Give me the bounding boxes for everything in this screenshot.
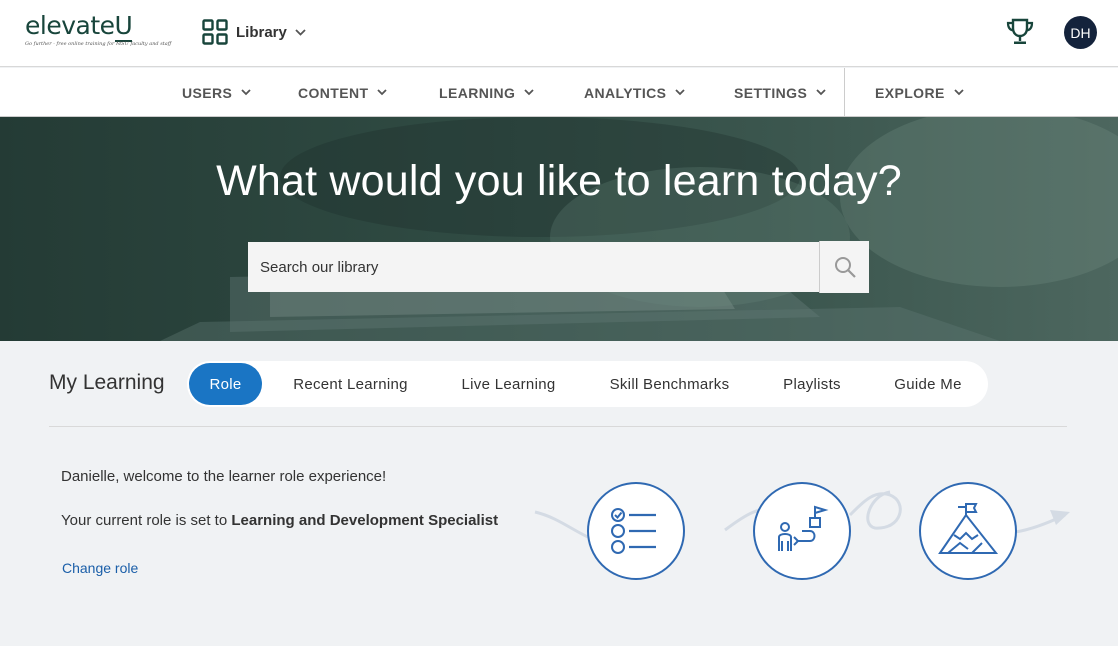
library-search-input[interactable] [248,242,819,292]
journey-step-checklist [587,482,685,580]
mountain-flag-icon [938,503,999,554]
chevron-down-icon [241,89,251,96]
chevron-down-icon [377,89,388,96]
top-header: elevateU Go further · free online traini… [0,0,1118,67]
chevron-down-icon [816,89,826,96]
path-flag-icon [778,505,829,551]
tab-skill-benchmarks[interactable]: Skill Benchmarks [599,363,740,405]
checklist-icon [611,508,656,554]
chevron-down-icon [524,89,534,96]
welcome-message: Danielle, welcome to the learner role ex… [61,468,387,485]
my-learning-title: My Learning [49,371,165,394]
nav-content-label: CONTENT [298,84,369,101]
tab-guide-me[interactable]: Guide Me [884,363,972,405]
tab-playlists[interactable]: Playlists [774,363,850,405]
grid-icon [202,19,228,45]
tab-recent-learning[interactable]: Recent Learning [282,363,419,405]
current-role-text: Your current role is set to Learning and… [61,512,499,529]
hero-background-laptop [160,117,1118,341]
search-icon [834,257,856,278]
nav-settings-label: SETTINGS [734,84,808,101]
nav-explore-label: EXPLORE [875,84,945,101]
nav-settings[interactable]: SETTINGS [734,68,826,117]
nav-users-label: USERS [182,84,233,101]
user-avatar[interactable]: DH [1064,16,1097,49]
chevron-down-icon [295,28,306,36]
trophy-icon[interactable] [1004,16,1036,48]
change-role-link[interactable]: Change role [62,560,138,576]
nav-users[interactable]: USERS [182,68,251,117]
logo-wordmark: elevateU [25,11,133,42]
learning-journey-illustration [530,470,1078,590]
logo-tagline: Go further · free online training for MS… [25,41,172,47]
search-button[interactable] [819,241,869,293]
main-nav: USERS CONTENT LEARNING ANALYTICS SETTING… [0,68,1118,117]
journey-step-path [753,482,851,580]
journey-step-summit [919,482,1017,580]
section-divider [49,426,1067,427]
hero-title: What would you like to learn today? [216,157,902,205]
nav-analytics[interactable]: ANALYTICS [584,68,686,117]
library-menu-button[interactable]: Library [202,18,306,46]
nav-learning[interactable]: LEARNING [439,68,534,117]
tab-live-learning[interactable]: Live Learning [450,363,567,405]
hero-banner: What would you like to learn today? [0,117,1118,341]
chevron-down-icon [954,89,964,96]
my-learning-tabs: Role Recent Learning Live Learning Skill… [187,361,988,407]
tab-role[interactable]: Role [189,363,262,405]
nav-divider [844,68,845,116]
elevateu-logo[interactable]: elevateU Go further · free online traini… [16,11,171,52]
nav-analytics-label: ANALYTICS [584,84,667,101]
nav-learning-label: LEARNING [439,84,516,101]
nav-content[interactable]: CONTENT [298,68,388,117]
library-label: Library [236,23,287,41]
current-role-name: Learning and Development Specialist [231,512,499,529]
nav-explore[interactable]: EXPLORE [875,68,964,117]
chevron-down-icon [675,89,686,96]
